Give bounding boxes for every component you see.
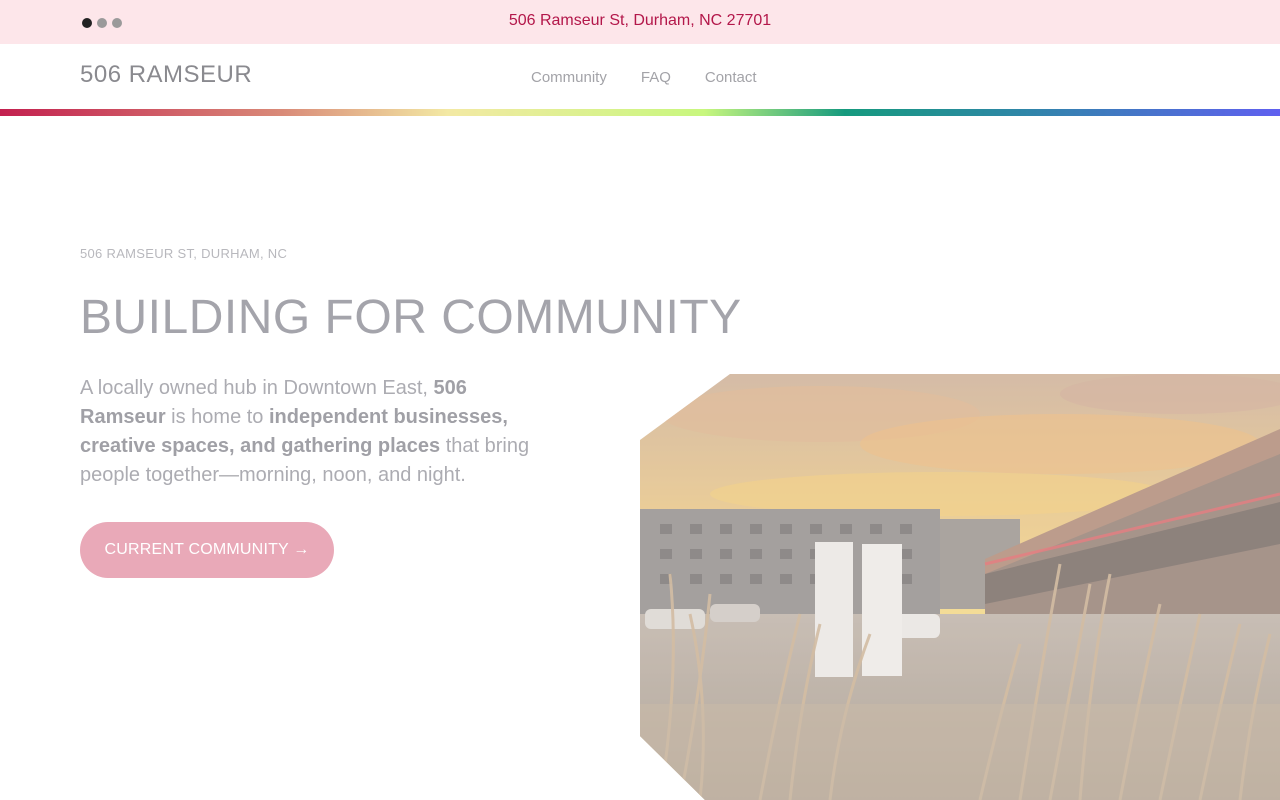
sunset-building-photo [640,374,1280,800]
hero-intro: A locally owned hub in Downtown East, 50… [80,374,550,490]
current-community-button[interactable]: CURRENT COMMUNITY → [80,522,334,578]
intro-text-2: is home to [165,406,269,428]
nav-link-faq[interactable]: FAQ [641,69,671,86]
nav-link-community[interactable]: Community [531,69,607,86]
hero-photo [640,374,1280,800]
hero-eyebrow: 506 RAMSEUR ST, DURHAM, NC [80,246,288,261]
nav-link-contact[interactable]: Contact [705,69,757,86]
intro-text-1: A locally owned hub in Downtown East, [80,377,434,399]
hero-headline: BUILDING FOR COMMUNITY [80,291,742,344]
brand-logo[interactable]: 506 RAMSEUR [80,61,252,89]
announcement-address: 506 Ramseur St, Durham, NC 27701 [508,12,772,29]
rainbow-divider [0,109,1280,116]
announcement-bar: 506 Ramseur St, Durham, NC 27701 [0,0,1280,44]
main-nav: Community FAQ Contact [531,69,757,86]
site-header: 506 RAMSEUR Community FAQ Contact [0,44,1280,109]
